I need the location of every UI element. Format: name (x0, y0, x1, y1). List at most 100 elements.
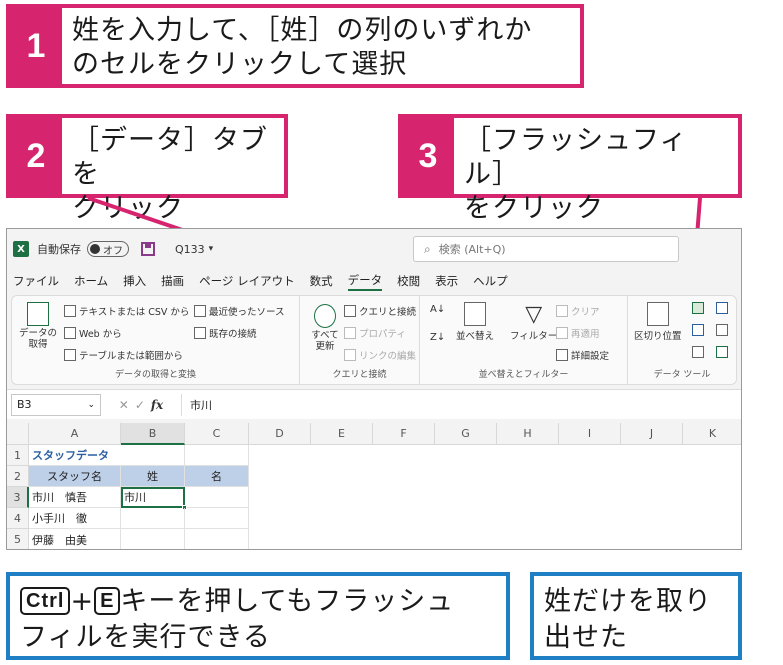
flash-fill-button[interactable] (692, 302, 707, 314)
callout-text: ［フラッシュフィル］ (464, 125, 688, 190)
from-text-csv-button[interactable]: テキストまたは CSV から (64, 304, 189, 318)
file-name[interactable]: Q133 (175, 243, 205, 256)
refresh-all-button[interactable]: すべて 更新 (308, 304, 342, 352)
from-web-button[interactable]: Web から (64, 326, 122, 340)
select-all-corner[interactable] (7, 423, 29, 445)
table-header[interactable]: スタッフ名 (29, 466, 121, 487)
note-text: 出せた (544, 622, 628, 653)
cell-mei[interactable] (185, 529, 249, 549)
remove-duplicates-button[interactable] (692, 324, 707, 336)
group-sort-filter: A↓ Z↓ 並べ替え ▽ フィルター クリア 再適用 詳細設定 並べ替えとフィル… (420, 296, 628, 384)
row-header[interactable]: 5 (7, 529, 29, 549)
column-header[interactable]: F (373, 423, 435, 445)
column-header[interactable]: E (311, 423, 373, 445)
cell-staff-name[interactable]: 伊藤 由美 (29, 529, 121, 549)
cell-staff-name[interactable]: 市川 慎吾 (29, 487, 121, 508)
text-to-columns-icon (646, 302, 669, 326)
tab-page-layout[interactable]: ページ レイアウト (199, 273, 294, 289)
data-validation-icon (692, 346, 704, 358)
column-header[interactable]: D (249, 423, 311, 445)
sort-az-button[interactable]: A↓ (430, 304, 445, 315)
formula-input[interactable]: 市川 (181, 393, 741, 416)
callout-text: をクリック (464, 193, 604, 224)
worksheet-grid: A B C D E F G H I J K 1 2 3 4 5 スタッフデータ … (7, 423, 741, 549)
column-header[interactable]: C (185, 423, 249, 445)
tab-home[interactable]: ホーム (74, 273, 108, 289)
cell-staff-name[interactable]: 小手川 徹 (29, 508, 121, 529)
callout-step-3: 3 ［フラッシュフィル］ をクリック (398, 114, 742, 224)
cell-sei[interactable] (121, 529, 185, 549)
ribbon: データの 取得 テキストまたは CSV から Web から テーブルまたは範囲か… (11, 295, 737, 385)
callout-step-2: 2 ［データ］タブを クリック (6, 114, 288, 224)
data-validation-button[interactable] (692, 346, 707, 358)
tab-review[interactable]: 校閲 (397, 273, 420, 289)
column-header[interactable]: G (435, 423, 497, 445)
callout-step-1: 1 姓を入力して、［姓］の列のいずれか のセルをクリックして選択 (6, 4, 584, 88)
row-header[interactable]: 1 (7, 445, 29, 466)
tab-file[interactable]: ファイル (13, 273, 59, 289)
column-header[interactable]: I (559, 423, 621, 445)
properties-button[interactable]: プロパティ (344, 326, 406, 340)
cell-sei[interactable] (121, 508, 185, 529)
properties-icon (344, 327, 356, 339)
edit-links-button[interactable]: リンクの編集 (344, 348, 416, 362)
tab-data[interactable]: データ (347, 272, 383, 291)
table-icon (64, 349, 76, 361)
autosave-toggle[interactable]: オフ (87, 241, 129, 257)
tab-insert[interactable]: 挿入 (123, 273, 146, 289)
tab-view[interactable]: 表示 (435, 273, 458, 289)
formula-bar: B3 ⌄ ✕ ✓ fx 市川 (7, 389, 741, 419)
get-data-button[interactable]: データの 取得 (18, 302, 58, 350)
insert-function-button[interactable]: fx (151, 398, 163, 412)
from-web-label: Web から (79, 329, 122, 340)
ctrl-key: Ctrl (20, 587, 71, 615)
from-table-button[interactable]: テーブルまたは範囲から (64, 348, 183, 362)
recent-sources-button[interactable]: 最近使ったソース (194, 304, 285, 318)
table-header[interactable]: 名 (185, 466, 249, 487)
step-number: 2 (10, 118, 62, 194)
text-to-columns-button[interactable]: 区切り位置 (634, 302, 682, 342)
from-text-csv-label: テキストまたは CSV から (79, 307, 190, 318)
cell[interactable] (185, 445, 249, 466)
name-box[interactable]: B3 ⌄ (11, 393, 101, 416)
column-header[interactable]: H (497, 423, 559, 445)
cell-sei-selected[interactable]: 市川 (121, 487, 185, 508)
search-input[interactable]: ⌕ 検索 (Alt+Q) (413, 236, 679, 262)
relationships-button[interactable] (716, 324, 731, 336)
cell-mei[interactable] (185, 508, 249, 529)
tab-help[interactable]: ヘルプ (473, 273, 508, 289)
cell[interactable] (121, 445, 185, 466)
chevron-down-icon[interactable]: ▾ (209, 244, 214, 254)
reapply-button[interactable]: 再適用 (556, 326, 600, 340)
group-label: データ ツール (653, 370, 711, 380)
sort-button[interactable]: 並べ替え (456, 302, 494, 342)
consolidate-button[interactable] (716, 302, 731, 314)
row-header[interactable]: 4 (7, 508, 29, 529)
table-header[interactable]: 姓 (121, 466, 185, 487)
sheet-title-cell[interactable]: スタッフデータ (29, 445, 121, 466)
row-header[interactable]: 2 (7, 466, 29, 487)
chevron-down-icon[interactable]: ⌄ (87, 400, 95, 410)
cell-mei[interactable] (185, 487, 249, 508)
excel-logo-icon: X (13, 241, 29, 257)
note-text: 姓だけを取り (544, 586, 712, 617)
existing-connections-button[interactable]: 既存の接続 (194, 326, 257, 340)
enter-icon[interactable]: ✓ (135, 398, 145, 412)
tab-formulas[interactable]: 数式 (310, 273, 333, 289)
row-header[interactable]: 3 (7, 487, 29, 508)
tab-draw[interactable]: 描画 (161, 273, 184, 289)
queries-connections-button[interactable]: クエリと接続 (344, 304, 416, 318)
column-header[interactable]: B (121, 423, 185, 445)
column-header[interactable]: K (683, 423, 741, 445)
advanced-button[interactable]: 詳細設定 (556, 348, 609, 362)
column-header[interactable]: A (29, 423, 121, 445)
clear-button[interactable]: クリア (556, 304, 600, 318)
data-model-button[interactable] (716, 346, 731, 358)
consolidate-icon (716, 302, 728, 314)
sort-za-button[interactable]: Z↓ (430, 332, 445, 343)
excel-window: X 自動保存 オフ Q133 ▾ ⌕ 検索 (Alt+Q) ファイル ホーム 挿… (6, 228, 742, 550)
filter-button[interactable]: ▽ フィルター (510, 302, 557, 342)
save-icon[interactable] (141, 242, 155, 256)
cancel-icon[interactable]: ✕ (119, 398, 129, 412)
column-header[interactable]: J (621, 423, 683, 445)
